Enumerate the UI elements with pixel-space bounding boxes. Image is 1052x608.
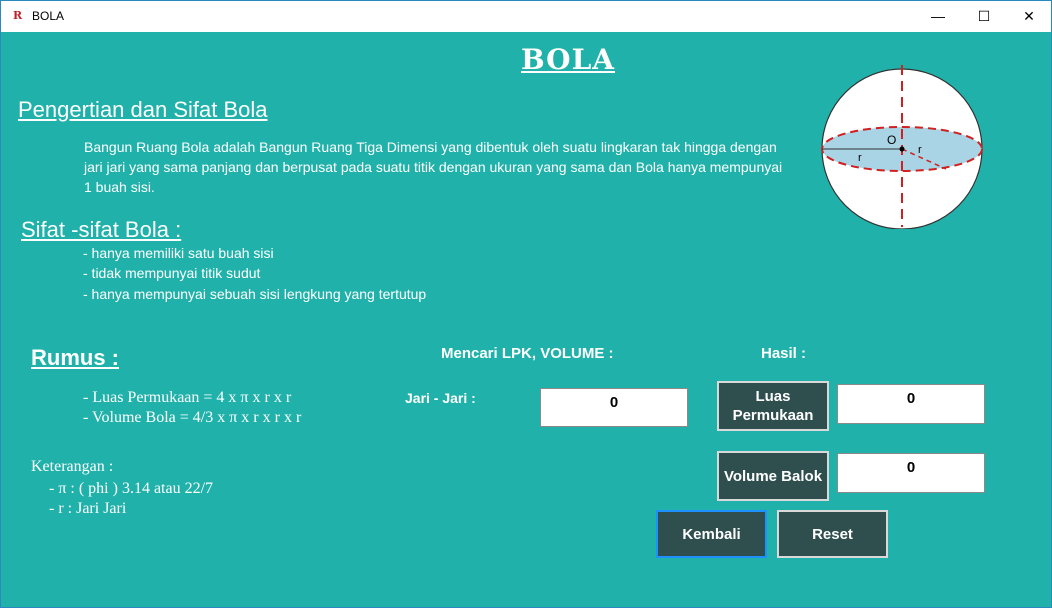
minimize-button[interactable]: — bbox=[915, 1, 961, 32]
maximize-button[interactable]: ☐ bbox=[961, 1, 1007, 32]
luas-permukaan-button[interactable]: Luas Permukaan bbox=[717, 381, 829, 431]
hasil-label: Hasil : bbox=[761, 345, 807, 362]
sphere-diagram: O r r bbox=[821, 65, 983, 229]
definition-text: Bangun Ruang Bola adalah Bangun Ruang Ti… bbox=[84, 139, 783, 195]
keterangan-r: - r : Jari Jari bbox=[49, 500, 127, 517]
keterangan-heading: Keterangan : bbox=[31, 458, 114, 475]
jari-label: Jari - Jari : bbox=[405, 390, 476, 406]
sifat-item: - hanya memiliki satu buah sisi bbox=[83, 245, 274, 261]
window-title: BOLA bbox=[32, 9, 65, 23]
keterangan-pi: - π : ( phi ) 3.14 atau 22/7 bbox=[49, 480, 214, 497]
sifat-item: - hanya mempunyai sebuah sisi lengkung y… bbox=[83, 286, 427, 302]
page-title: BOLA bbox=[521, 43, 615, 76]
title-bar[interactable]: R BOLA — ☐ ✕ bbox=[1, 1, 1051, 32]
rumus-heading: Rumus : bbox=[31, 345, 119, 370]
jari-jari-input[interactable]: 0 bbox=[540, 388, 688, 427]
sifat-heading: Sifat -sifat Bola : bbox=[21, 217, 182, 242]
luas-result-field[interactable]: 0 bbox=[837, 384, 985, 424]
sifat-item: - tidak mempunyai titik sudut bbox=[83, 265, 261, 281]
kembali-button[interactable]: Kembali bbox=[656, 510, 767, 558]
close-button[interactable]: ✕ bbox=[1006, 1, 1052, 32]
app-window: R BOLA — ☐ ✕ BOLA Pengertian dan Sifat B… bbox=[0, 0, 1052, 608]
radius-label: r bbox=[858, 152, 862, 164]
pengertian-heading: Pengertian dan Sifat Bola bbox=[18, 97, 268, 122]
center-label: O bbox=[887, 133, 896, 147]
volume-balok-button[interactable]: Volume Balok bbox=[717, 451, 829, 501]
volume-result-field[interactable]: 0 bbox=[837, 453, 985, 493]
luas-formula: - Luas Permukaan = 4 x π x r x r bbox=[83, 389, 292, 406]
volume-formula: - Volume Bola = 4/3 x π x r x r x r bbox=[83, 409, 302, 426]
app-icon: R bbox=[13, 9, 23, 22]
radius-label: r bbox=[918, 144, 922, 156]
reset-button[interactable]: Reset bbox=[777, 510, 888, 558]
mencari-label: Mencari LPK, VOLUME : bbox=[441, 345, 614, 362]
